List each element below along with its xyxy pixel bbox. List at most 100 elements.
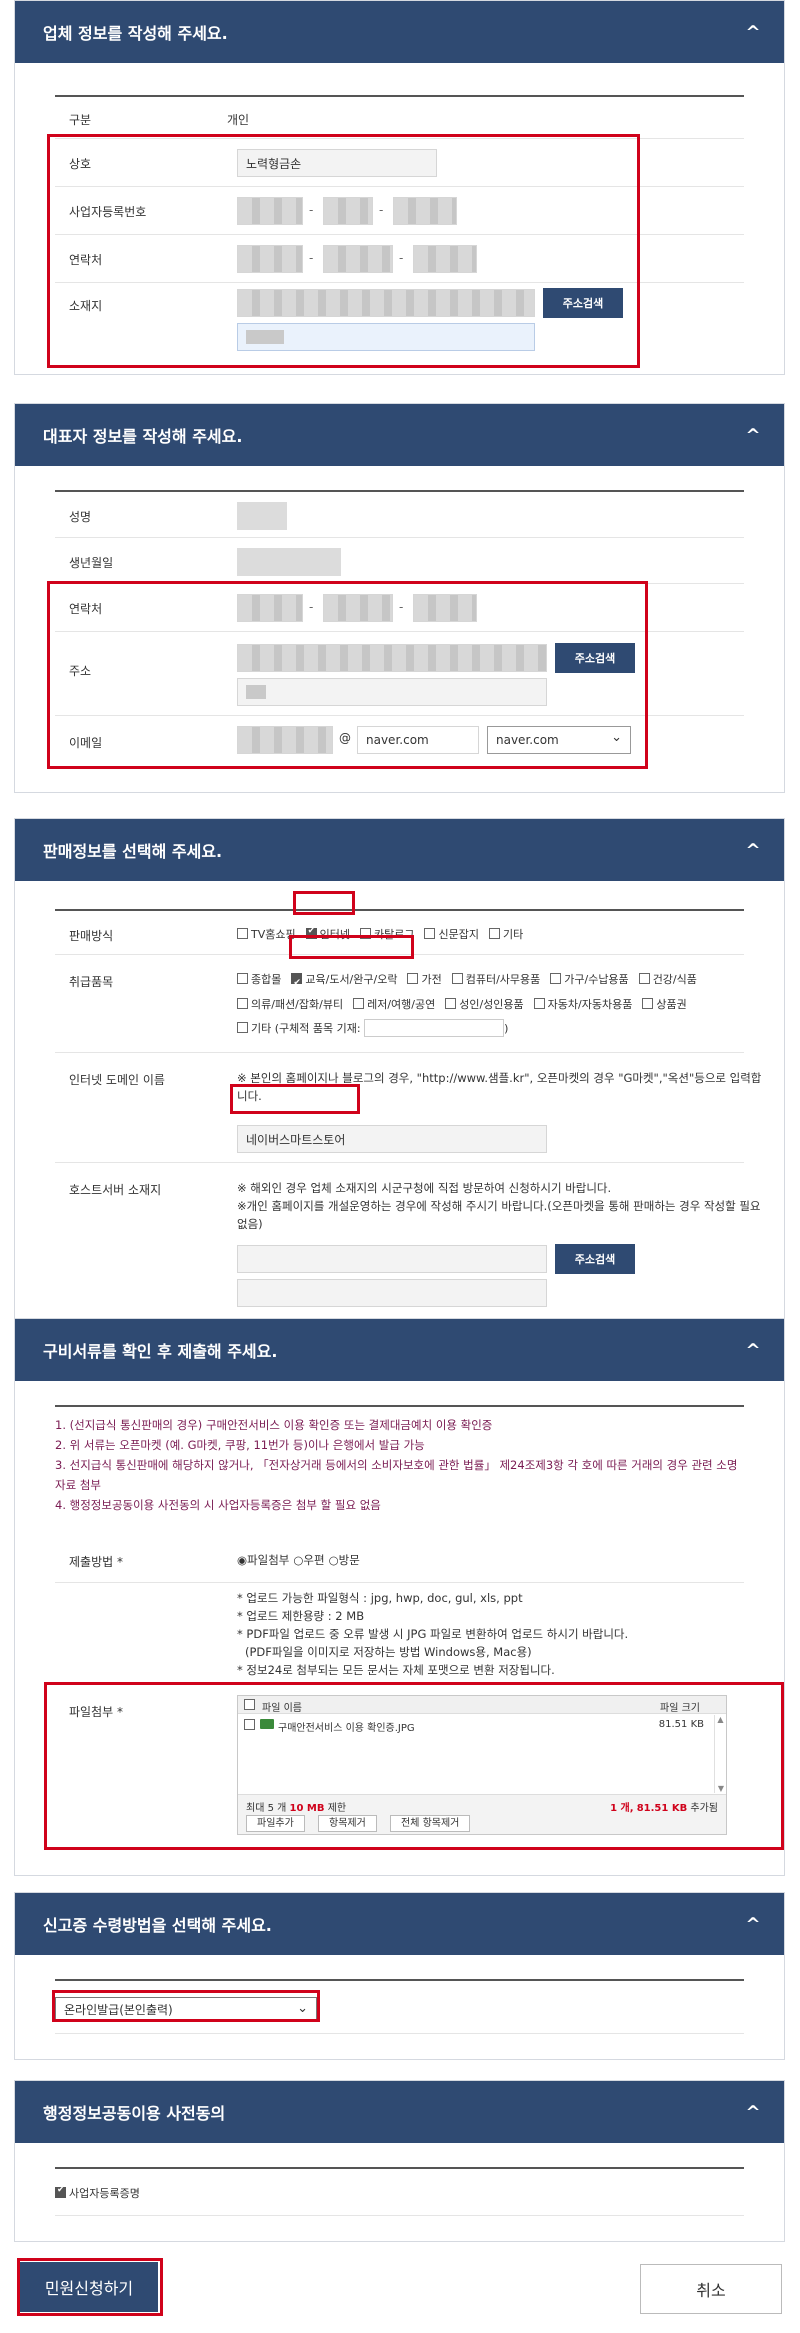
sales-method-option-0[interactable]: TV홈쇼핑 xyxy=(237,926,296,942)
host-address-search-button[interactable]: 주소검색 xyxy=(555,1244,635,1274)
biznum-input-1[interactable] xyxy=(237,197,303,225)
chevron-up-icon[interactable]: ^ xyxy=(722,1,784,63)
cancel-button[interactable]: 취소 xyxy=(640,2264,782,2314)
item-option-4[interactable]: 가구/수납용품 xyxy=(550,968,629,992)
radio-icon[interactable]: ◉ xyxy=(237,1553,247,1567)
email-domain-input[interactable]: naver.com xyxy=(357,726,479,754)
section-header[interactable]: 업체 정보를 작성해 주세요. ^ xyxy=(15,1,784,63)
item-option-10-checkbox[interactable] xyxy=(642,998,654,1009)
attach-label: 파일첨부 * xyxy=(69,1705,123,1719)
sales-method-option-2-checkbox[interactable] xyxy=(359,928,371,939)
sales-method-option-0-checkbox[interactable] xyxy=(237,928,248,939)
sales-method-option-3[interactable]: 신문잡지 xyxy=(424,926,479,942)
file-row[interactable]: 구매안전서비스 이용 확인증.JPG 81.51 KB xyxy=(238,1716,712,1734)
items-options: 종합몰 교육/도서/완구/오락 가전 컴퓨터/사무용품 가구/수납용품 건강/식품의류/패… xyxy=(237,967,777,1017)
address-detail-input[interactable] xyxy=(237,323,535,351)
apply-button[interactable]: 민원신청하기 xyxy=(20,2262,158,2312)
chevron-up-icon[interactable]: ^ xyxy=(722,2081,784,2143)
file-row-checkbox[interactable] xyxy=(244,1719,255,1730)
domain-input[interactable]: 네이버스마트스토어 xyxy=(237,1125,547,1153)
item-option-3[interactable]: 컴퓨터/사무용품 xyxy=(451,968,540,992)
receipt-method-select[interactable]: 온라인발급(본인출력) xyxy=(55,1997,317,2021)
submit-option-0[interactable]: ◉파일첨부 xyxy=(237,1553,289,1567)
item-option-1-checkbox[interactable] xyxy=(291,971,303,995)
item-option-2[interactable]: 가전 xyxy=(407,968,442,992)
sales-method-option-1-checkbox[interactable] xyxy=(305,926,317,939)
type-row: 구분 개인 xyxy=(55,97,744,139)
item-option-6[interactable]: 의류/패션/잡화/뷰티 xyxy=(237,993,343,1017)
note-2: 2. 위 서류는 오픈마켓 (예. G마켓, 쿠팡, 11번가 등)이나 은행에… xyxy=(55,1438,425,1452)
rep-phone-input-1[interactable] xyxy=(237,594,303,622)
address-label: 소재지 xyxy=(69,299,103,313)
host-address-detail-input[interactable] xyxy=(237,1279,547,1307)
item-option-3-checkbox[interactable] xyxy=(451,973,463,984)
consent-checkbox[interactable] xyxy=(55,2185,66,2198)
rep-address-search-button[interactable]: 주소검색 xyxy=(555,643,635,673)
sales-info-section: 판매정보를 선택해 주세요. ^ 판매방식 TV홈쇼핑인터넷카탈로그신문잡지기타… xyxy=(14,818,785,1336)
company-name-input[interactable]: 노력형금손 xyxy=(237,149,437,177)
select-all-checkbox[interactable] xyxy=(244,1699,255,1710)
rep-phone-input-3[interactable] xyxy=(413,594,477,622)
section-header[interactable]: 구비서류를 확인 후 제출해 주세요. ^ xyxy=(15,1319,784,1381)
host-row: 호스트서버 소재지 ※ 해외인 경우 업체 소재지의 시군구청에 직접 방문하여… xyxy=(55,1163,761,1323)
sales-method-option-2[interactable]: 카탈로그 xyxy=(359,926,414,942)
items-other-checkbox[interactable] xyxy=(237,1022,248,1033)
item-option-8[interactable]: 성인/성인용품 xyxy=(445,993,524,1017)
item-option-10[interactable]: 상품권 xyxy=(642,993,687,1017)
item-option-9[interactable]: 자동차/자동차용품 xyxy=(533,993,632,1017)
consent-item[interactable]: 사업자등록증명 xyxy=(55,2185,140,2201)
item-option-1[interactable]: 교육/도서/완구/오락 xyxy=(291,968,397,995)
submit-option-1[interactable]: ○우편 xyxy=(293,1553,324,1567)
chevron-up-icon[interactable]: ^ xyxy=(722,404,784,466)
chevron-up-icon[interactable]: ^ xyxy=(722,819,784,881)
phone-input-3[interactable] xyxy=(413,245,477,273)
item-option-5[interactable]: 건강/식품 xyxy=(638,968,697,992)
remove-file-button[interactable]: 항목제거 xyxy=(318,1815,377,1832)
radio-icon[interactable]: ○ xyxy=(293,1553,303,1567)
host-address-input[interactable] xyxy=(237,1245,547,1273)
file-list-scrollbar[interactable]: ▲ ▼ xyxy=(714,1715,726,1793)
item-option-2-checkbox[interactable] xyxy=(407,973,419,984)
consent-label: 사업자등록증명 xyxy=(69,2187,140,2200)
attach-row: 파일첨부 * 파일 이름 파일 크기 구매안전서비스 이용 확인증.JPG 81.… xyxy=(55,1687,745,1842)
section-header[interactable]: 판매정보를 선택해 주세요. ^ xyxy=(15,819,784,881)
sales-method-option-3-checkbox[interactable] xyxy=(424,928,436,939)
email-domain-select[interactable]: naver.com xyxy=(487,726,631,754)
rep-address-input[interactable] xyxy=(237,644,547,672)
chevron-up-icon[interactable]: ^ xyxy=(722,1319,784,1381)
phone-input-2[interactable] xyxy=(323,245,393,273)
remove-all-files-button[interactable]: 전체 항목제거 xyxy=(390,1815,471,1832)
item-option-8-checkbox[interactable] xyxy=(445,998,457,1009)
item-option-5-checkbox[interactable] xyxy=(638,973,650,984)
item-option-7[interactable]: 레저/여행/공연 xyxy=(353,993,435,1017)
rep-phone-input-2[interactable] xyxy=(323,594,393,622)
item-option-6-checkbox[interactable] xyxy=(237,998,248,1009)
section-header[interactable]: 신고증 수령방법을 선택해 주세요. ^ xyxy=(15,1893,784,1955)
sales-method-option-4-checkbox[interactable] xyxy=(488,928,500,939)
phone-input-1[interactable] xyxy=(237,245,303,273)
file-note-3: * PDF파일 업로드 중 오류 발생 시 JPG 파일로 변환하여 업로드 하… xyxy=(237,1627,629,1641)
biznum-input-3[interactable] xyxy=(393,197,457,225)
biznum-input-2[interactable] xyxy=(323,197,373,225)
sales-method-option-1[interactable]: 인터넷 xyxy=(305,926,350,942)
submit-option-2[interactable]: ○방문 xyxy=(329,1553,360,1567)
add-file-button[interactable]: 파일추가 xyxy=(246,1815,305,1832)
radio-icon[interactable]: ○ xyxy=(329,1553,339,1567)
sales-method-option-4[interactable]: 기타 xyxy=(488,926,523,942)
submit-method-row: 제출방법 * ◉파일첨부 ○우편 ○방문 xyxy=(55,1539,744,1583)
items-other-input[interactable] xyxy=(364,1019,505,1037)
email-id-input[interactable] xyxy=(237,726,333,754)
item-option-0-checkbox[interactable] xyxy=(237,973,248,984)
rep-address-row: 주소 주소검색 xyxy=(55,632,744,716)
address-search-button[interactable]: 주소검색 xyxy=(543,288,623,318)
item-option-4-checkbox[interactable] xyxy=(550,973,562,984)
rep-address-detail-input[interactable] xyxy=(237,678,547,706)
address-input[interactable] xyxy=(237,289,535,317)
item-option-0[interactable]: 종합몰 xyxy=(237,968,281,992)
section-header[interactable]: 대표자 정보를 작성해 주세요. ^ xyxy=(15,404,784,466)
item-option-9-checkbox[interactable] xyxy=(533,998,545,1009)
file-size-column: 파일 크기 xyxy=(660,1703,700,1714)
section-header[interactable]: 행정정보공동이용 사전동의 ^ xyxy=(15,2081,784,2143)
chevron-up-icon[interactable]: ^ xyxy=(722,1893,784,1955)
item-option-7-checkbox[interactable] xyxy=(353,998,365,1009)
